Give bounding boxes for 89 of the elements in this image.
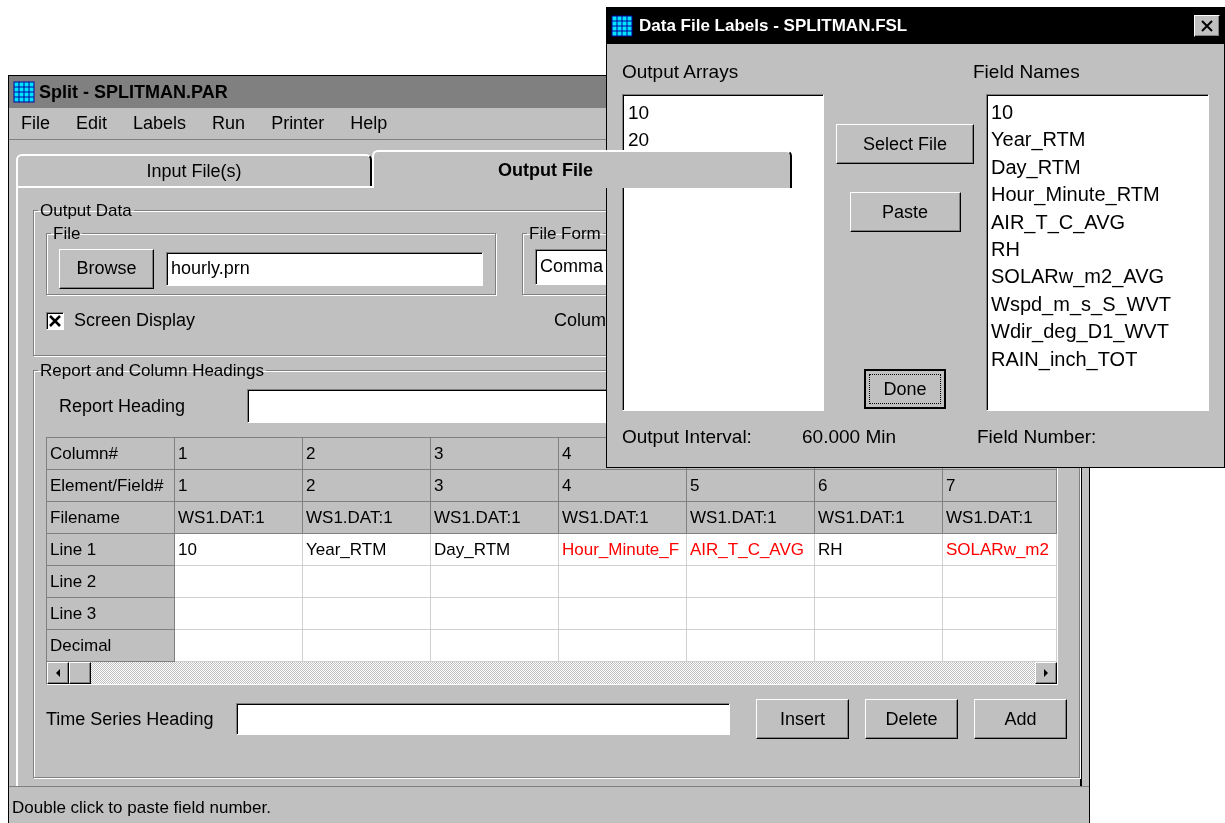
list-item[interactable]: Day_RTM xyxy=(991,153,1081,182)
column-label: Colum xyxy=(554,309,606,333)
menu-item[interactable]: Labels xyxy=(133,110,187,137)
grid-cell: AIR_T_C_AVG xyxy=(687,534,815,567)
list-item[interactable]: RAIN_inch_TOT xyxy=(991,345,1138,374)
output-arrays-list[interactable]: 10 20 xyxy=(622,94,824,411)
row-header: Line 2 xyxy=(47,566,175,599)
grid-cell: 7 xyxy=(943,470,1057,503)
window-title: Split - SPLITMAN.PAR xyxy=(39,80,228,104)
grid-cell: 2 xyxy=(303,438,431,471)
tab[interactable]: Output File xyxy=(372,150,792,188)
grid-cell: 3 xyxy=(431,470,559,503)
time-series-label: Time Series Heading xyxy=(46,707,215,731)
output-arrays-label: Output Arrays xyxy=(622,60,740,84)
grid-cell: WS1.DAT:1 xyxy=(559,502,687,535)
time-series-input[interactable] xyxy=(236,703,730,736)
dialog-button[interactable]: Select File xyxy=(836,124,974,164)
menu-item[interactable]: File xyxy=(21,110,50,137)
group-label: File xyxy=(52,223,82,245)
grid-cell: Hour_Minute_F xyxy=(559,534,687,567)
grid-cell: Day_RTM xyxy=(431,534,559,567)
scroll-right-button[interactable] xyxy=(1035,662,1057,685)
row-header: Column# xyxy=(47,438,175,471)
field-names-list[interactable]: 10 Year_RTM Day_RTM Hour_Minute_RTM AIR_T_C_AVG RH SOLARw_m2_AVG Wspd_m_s_S_WVT Wdir_deg_D1_WVT RAIN_inch_TOT xyxy=(986,94,1209,411)
checkbox[interactable] xyxy=(46,311,64,330)
grid-cell: 2 xyxy=(303,470,431,503)
list-item[interactable]: SOLARw_m2_AVG xyxy=(991,263,1165,291)
grid-cell: 10 xyxy=(175,534,303,567)
right-triangle-icon xyxy=(1042,668,1050,679)
row-header: Filename xyxy=(47,502,175,535)
file-input[interactable]: hourly.prn xyxy=(166,251,483,286)
list-item[interactable]: 10 xyxy=(991,99,1014,127)
grid-document-icon xyxy=(13,81,35,103)
x-mark-icon xyxy=(49,314,61,327)
horizontal-scrollbar[interactable] xyxy=(47,662,1057,685)
grid-document-icon xyxy=(611,15,633,37)
field-number-label: Field Number: xyxy=(977,425,1097,449)
row-header: Element/Field# xyxy=(47,470,175,503)
list-item[interactable]: Year_RTM xyxy=(991,126,1086,154)
grid-cell: WS1.DAT:1 xyxy=(943,502,1057,535)
scroll-left-button[interactable] xyxy=(47,662,69,685)
menu-item[interactable]: Help xyxy=(350,110,388,137)
report-heading-label: Report Heading xyxy=(59,394,186,418)
list-item[interactable]: Wdir_deg_D1_WVT xyxy=(991,318,1169,346)
left-triangle-icon xyxy=(54,668,62,679)
list-item[interactable]: 20 xyxy=(628,126,650,153)
row-header: Line 3 xyxy=(47,598,175,631)
grid-cell: 3 xyxy=(431,438,559,471)
row-header: Decimal xyxy=(47,630,175,663)
dialog-title: Data File Labels - SPLITMAN.FSL xyxy=(639,15,908,38)
grid-cell: WS1.DAT:1 xyxy=(431,502,559,535)
grid-cell: SOLARw_m2 xyxy=(943,534,1057,567)
list-item[interactable]: AIR_T_C_AVG xyxy=(991,208,1126,237)
list-item[interactable]: Wspd_m_s_S_WVT xyxy=(991,290,1172,319)
list-item[interactable]: 10 xyxy=(628,99,650,126)
action-button[interactable]: Add xyxy=(974,699,1067,740)
close-icon xyxy=(1201,20,1213,32)
list-item[interactable]: RH xyxy=(991,236,1020,264)
action-button[interactable]: Insert xyxy=(756,699,849,740)
row-header: Line 1 xyxy=(47,534,175,567)
dialog-button[interactable]: Done xyxy=(864,369,946,409)
grid-cell: 4 xyxy=(559,470,687,503)
grid-cell: RH xyxy=(815,534,943,567)
group-label: Report and Column Headings xyxy=(39,360,265,382)
grid-cell: WS1.DAT:1 xyxy=(175,502,303,535)
action-button[interactable]: Delete xyxy=(865,699,958,740)
grid-cell: Year_RTM xyxy=(303,534,431,567)
dialog-button[interactable]: Paste xyxy=(849,192,961,232)
status-bar: Double click to paste field number. xyxy=(9,786,1089,823)
tab[interactable]: Input File(s) xyxy=(16,154,372,186)
close-button[interactable] xyxy=(1194,15,1220,37)
list-item[interactable]: Hour_Minute_RTM xyxy=(991,181,1160,209)
grid-cell: WS1.DAT:1 xyxy=(815,502,943,535)
grid-cell: 5 xyxy=(687,470,815,503)
scroll-thumb[interactable] xyxy=(69,662,91,685)
grid-cell: 1 xyxy=(175,470,303,503)
checkbox-label: Screen Display xyxy=(74,309,196,333)
menu-item[interactable]: Printer xyxy=(271,110,325,137)
grid-cell: 1 xyxy=(175,438,303,471)
field-names-label: Field Names xyxy=(973,60,1081,84)
browse-button[interactable]: Browse xyxy=(59,248,154,289)
group-label: Output Data xyxy=(39,200,133,222)
grid-cell: 6 xyxy=(815,470,943,503)
output-interval-value: 60.000 Min xyxy=(802,425,897,449)
grid-cell: WS1.DAT:1 xyxy=(303,502,431,535)
group-label: File Form xyxy=(528,223,602,245)
grid-cell: WS1.DAT:1 xyxy=(687,502,815,535)
menu-item[interactable]: Edit xyxy=(76,110,108,137)
menu-item[interactable]: Run xyxy=(212,110,246,137)
